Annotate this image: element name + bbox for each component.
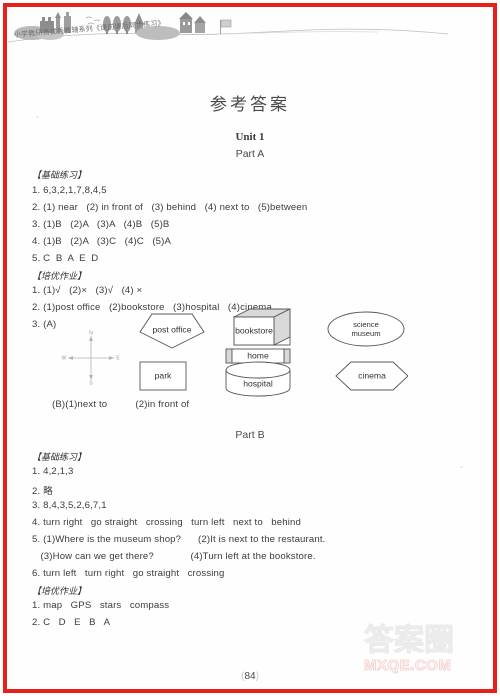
watermark-chinese-text: 答案圈	[364, 623, 454, 658]
compass-label-south: S	[89, 380, 93, 386]
shape-post-office: post office	[139, 313, 205, 349]
answer-line: 1. (1)√ (2)× (3)√ (4) ×	[32, 285, 143, 296]
answer-line: 4. (1)B (2)A (3)C (4)C (5)A	[32, 236, 172, 247]
unit-title: Unit 1	[235, 131, 265, 143]
scan-speckle	[460, 466, 463, 468]
section-tag-advanced-b: 【培优作业】	[32, 587, 87, 597]
shape-label-hospital: hospital	[243, 378, 273, 388]
shape-hospital: hospital	[225, 361, 291, 397]
shape-label-cinema: cinema	[358, 370, 386, 380]
answer-line: 1. 4,2,1,3	[32, 466, 74, 477]
scan-speckle	[36, 116, 39, 118]
page-number-paren-right: )	[255, 671, 259, 682]
shape-park: park	[139, 361, 187, 391]
section-tag-advanced-a: 【培优作业】	[32, 272, 87, 282]
answer-line: 3. (1)B (2)A (3)A (4)B (5)B	[32, 219, 170, 230]
shape-label-science-museum-line2: museum	[351, 329, 380, 338]
scan-speckle	[412, 649, 415, 651]
answer-line: 2. C D E B A	[32, 617, 111, 628]
part-a-heading: Part A	[235, 148, 265, 160]
shape-bookstore: bookstore	[232, 308, 291, 346]
answer-line: 2. 略	[32, 486, 53, 497]
shape-label-science-museum-line1: science	[353, 320, 379, 329]
shape-label-park: park	[155, 370, 172, 380]
answer-line: 1. map GPS stars compass	[32, 600, 170, 611]
shape-cinema: cinema	[335, 361, 409, 391]
page-number-value: 84	[244, 671, 256, 682]
compass-label-north: N	[89, 330, 93, 336]
answer-line: 4. turn right go straight crossing turn …	[32, 517, 301, 528]
townscape-illustration: 小学教研员优秀教辅系列《课前课后同步练习》	[8, 8, 492, 58]
shape-label-home: home	[247, 350, 269, 360]
shape-science-museum: science museum	[327, 311, 405, 347]
answer-key-page: 小学教研员优秀教辅系列《课前课后同步练习》 参考答案 Unit 1 Part A…	[0, 0, 500, 696]
answer-line: (3)How can we get there? (4)Turn left at…	[32, 551, 316, 562]
page-number: (84)	[8, 671, 492, 682]
page-title: 参考答案	[210, 95, 290, 115]
part-b-heading: Part B	[235, 429, 265, 441]
answer-line: 3. (A)	[32, 319, 57, 330]
answer-line: 5. C B A E D	[32, 253, 99, 264]
shape-label-bookstore: bookstore	[235, 325, 273, 335]
answer-line: 6. turn left turn right go straight cros…	[32, 568, 225, 579]
page-content-area: 小学教研员优秀教辅系列《课前课后同步练习》 参考答案 Unit 1 Part A…	[8, 8, 492, 688]
section-tag-basic-b: 【基础练习】	[32, 453, 87, 463]
section-tag-basic-a: 【基础练习】	[32, 171, 87, 181]
places-shape-diagram: post office bookstore science museum hom…	[108, 304, 409, 400]
shape-label-post-office: post office	[152, 324, 191, 334]
answer-line: 1. 6,3,2,1,7,8,4,5	[32, 185, 107, 196]
answer-line: 3. 8,4,3,5,2,6,7,1	[32, 500, 107, 511]
answer-line: 5. (1)Where is the museum shop? (2)It is…	[32, 534, 326, 545]
compass-label-west: W	[62, 355, 67, 361]
answer-line: 2. (1) near (2) in front of (3) behind (…	[32, 202, 308, 213]
shape-home: home	[225, 348, 291, 364]
diagram-caption: (B)(1)next to (2)in front of	[52, 399, 190, 410]
